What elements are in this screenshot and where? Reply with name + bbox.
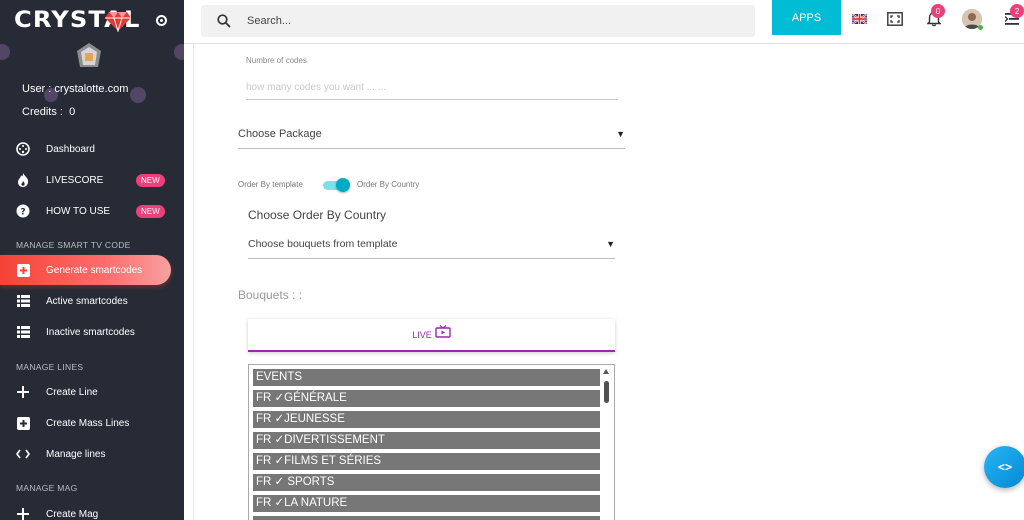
order-toggle-row: Order By template Order By Country — [238, 178, 478, 192]
sidebar-item-label: Inactive smartcodes — [46, 326, 135, 338]
sidebar-item-label: Manage lines — [46, 448, 106, 460]
bouquets-template-select[interactable]: Choose bouquets from template ▼ — [248, 229, 615, 259]
logo[interactable]: CRYSTAL — [14, 8, 174, 34]
codes-label: Numbre of codes — [246, 56, 307, 65]
sidebar-item-create-mag[interactable]: Create Mag — [0, 499, 184, 520]
sidebar-item-label: Generate smartcodes — [46, 264, 143, 276]
user-label: User : — [22, 83, 52, 95]
sidebar-item-manage-lines[interactable]: Manage lines — [0, 439, 184, 469]
listbox-scrollbar[interactable] — [602, 367, 611, 520]
list-item[interactable]: FR ✓GÉNÉRALE — [253, 390, 600, 407]
sidebar-toggle-icon[interactable] — [156, 15, 167, 26]
sidebar-item-create-line[interactable]: Create Line — [0, 377, 184, 407]
code-fab-button[interactable]: <> — [984, 446, 1024, 488]
plus-icon — [16, 507, 30, 520]
sidebar-item-generate-smartcodes[interactable]: Generate smartcodes — [0, 255, 171, 285]
dashboard-icon — [16, 142, 30, 156]
deco-bubble — [130, 87, 146, 103]
list-icon — [16, 325, 30, 339]
notification-count-badge: 0 — [931, 4, 945, 18]
section-title: MANAGE MAG — [16, 483, 78, 493]
deco-bubble — [174, 44, 184, 60]
svg-text:?: ? — [20, 208, 25, 218]
list-item[interactable]: FR ✓FILMS ET SÉRIES — [253, 453, 600, 470]
apps-button[interactable]: APPS — [772, 0, 841, 35]
sidebar-item-label: HOW TO USE — [46, 205, 111, 217]
sidebar-item-label: Dashboard — [46, 143, 95, 155]
list-item[interactable]: EVENTS — [253, 369, 600, 386]
topbar: APPS 0 2 — [184, 0, 1024, 44]
menu-count-badge: 2 — [1010, 4, 1024, 18]
new-badge: NEW — [136, 173, 165, 187]
section-title: MANAGE LINES — [16, 362, 84, 372]
sidebar-item-how-to-use[interactable]: ? HOW TO USE NEW — [0, 196, 184, 226]
plus-square-icon — [16, 416, 30, 430]
scroll-thumb[interactable] — [604, 381, 609, 403]
fullscreen-icon[interactable] — [887, 12, 903, 26]
sidebar-item-dashboard[interactable]: Dashboard — [0, 134, 184, 164]
sidebar-item-inactive-smartcodes[interactable]: Inactive smartcodes — [0, 317, 184, 347]
package-select-value: Choose Package — [238, 127, 322, 140]
user-value: crystalotte.com — [54, 83, 129, 95]
codes-input[interactable] — [246, 76, 618, 100]
order-toggle-switch[interactable] — [336, 178, 350, 192]
credits-value: 0 — [69, 106, 76, 118]
section-title: MANAGE SMART TV CODE — [16, 240, 131, 250]
sidebar-item-livescore[interactable]: LIVESCORE NEW — [0, 165, 184, 195]
dropdown-caret-icon: ▼ — [616, 128, 625, 139]
fire-icon — [16, 173, 30, 187]
bouquets-listbox[interactable]: EVENTS FR ✓GÉNÉRALE FR ✓JEUNESSE FR ✓DIV… — [248, 364, 615, 520]
deco-bubble — [0, 44, 10, 60]
list-item[interactable]: FR ✓JEUNESSE — [253, 411, 600, 428]
search-box[interactable] — [201, 5, 755, 37]
content-divider — [193, 44, 194, 520]
search-input[interactable] — [247, 13, 727, 29]
uk-flag-icon[interactable] — [852, 14, 867, 24]
plus-icon — [16, 385, 30, 399]
credits-label: Credits : — [22, 106, 63, 118]
sidebar-item-label: Active smartcodes — [46, 295, 128, 307]
sidebar-item-active-smartcodes[interactable]: Active smartcodes — [0, 286, 184, 316]
sidebar-avatar-icon — [77, 43, 101, 67]
sidebar-item-create-mass-lines[interactable]: Create Mass Lines — [0, 408, 184, 438]
tab-live-label: LIVE — [412, 329, 432, 340]
order-title: Choose Order By Country — [248, 208, 387, 222]
list-item[interactable]: FR ✓ SPORTS — [253, 474, 600, 491]
list-item[interactable]: FR ✓LA NATURE — [253, 495, 600, 512]
tab-live[interactable]: LIVE — [248, 319, 615, 352]
sidebar-item-label: LIVESCORE — [46, 174, 104, 186]
credits-info: Credits : 0 — [22, 106, 75, 118]
toggle-left-label: Order By template — [238, 180, 303, 189]
sidebar-item-label: Create Mass Lines — [46, 417, 130, 429]
sidebar-item-label: Create Mag — [46, 508, 99, 520]
list-item[interactable]: FR ✓DIVERTISSEMENT — [253, 432, 600, 449]
list-item[interactable] — [253, 516, 600, 520]
dropdown-caret-icon: ▼ — [606, 238, 615, 249]
sidebar: CRYSTAL User : crystalotte.com Credits :… — [0, 0, 184, 520]
scroll-up-arrow-icon[interactable] — [603, 369, 609, 374]
list-icon — [16, 294, 30, 308]
plus-square-icon — [16, 263, 30, 277]
sidebar-item-label: Create Line — [46, 386, 98, 398]
online-status-dot — [978, 25, 983, 30]
live-tv-icon — [435, 325, 451, 338]
bouquets-select-value: Choose bouquets from template — [248, 237, 398, 250]
help-icon: ? — [16, 204, 30, 218]
bouquets-label: Bouquets : : — [238, 288, 303, 302]
new-badge: NEW — [136, 204, 165, 218]
diamond-logo-icon — [105, 12, 131, 32]
toggle-right-label: Order By Country — [357, 180, 420, 189]
user-info: User : crystalotte.com — [22, 83, 128, 95]
code-icon — [16, 447, 30, 461]
package-select[interactable]: Choose Package ▼ — [238, 119, 625, 149]
search-icon[interactable] — [217, 14, 231, 28]
